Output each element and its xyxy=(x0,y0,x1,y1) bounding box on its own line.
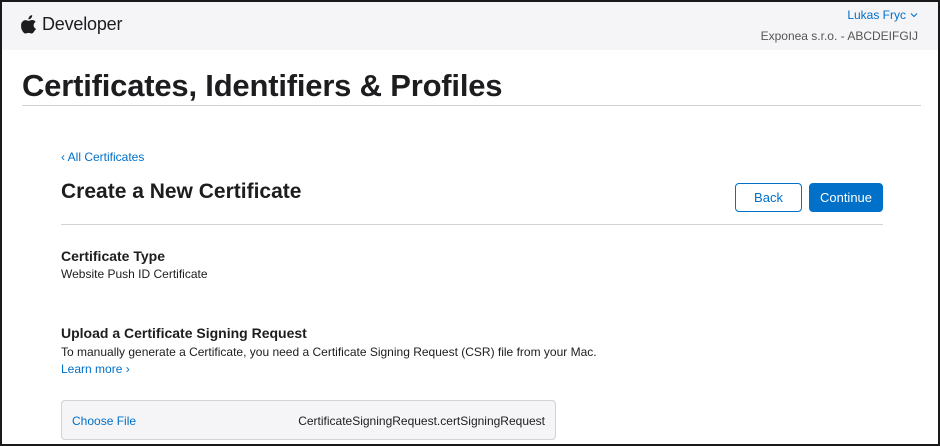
selected-file-name: CertificateSigningRequest.certSigningReq… xyxy=(298,414,545,428)
apple-icon xyxy=(21,15,37,34)
back-button[interactable]: Back xyxy=(735,183,802,212)
developer-home-link[interactable]: Developer xyxy=(21,14,122,35)
section-title: Create a New Certificate xyxy=(61,180,302,203)
choose-file-button[interactable]: Choose File xyxy=(72,414,136,428)
section-divider xyxy=(61,224,883,225)
all-certificates-link[interactable]: ‹ All Certificates xyxy=(61,150,144,164)
certificate-type-label: Certificate Type xyxy=(61,248,165,264)
continue-button[interactable]: Continue xyxy=(809,183,883,212)
account-menu: Lukas Fryc Exponea s.r.o. - ABCDEIFGIJ xyxy=(761,8,918,43)
upload-csr-description: To manually generate a Certificate, you … xyxy=(61,345,597,359)
app-window: Developer Lukas Fryc Exponea s.r.o. - AB… xyxy=(0,0,940,446)
learn-more-link[interactable]: Learn more › xyxy=(61,362,130,376)
heading-divider xyxy=(22,105,921,106)
file-upload-field[interactable]: Choose File CertificateSigningRequest.ce… xyxy=(61,400,556,440)
team-name: Exponea s.r.o. - ABCDEIFGIJ xyxy=(760,29,918,43)
upload-csr-label: Upload a Certificate Signing Request xyxy=(61,325,307,341)
user-menu-button[interactable]: Lukas Fryc xyxy=(761,8,918,22)
page-title: Certificates, Identifiers & Profiles xyxy=(22,68,503,103)
user-name: Lukas Fryc xyxy=(847,8,906,22)
chevron-down-icon xyxy=(910,13,918,18)
brand-label: Developer xyxy=(42,14,123,34)
certificate-type-value: Website Push ID Certificate xyxy=(61,267,208,281)
top-bar: Developer Lukas Fryc Exponea s.r.o. - AB… xyxy=(2,2,938,50)
